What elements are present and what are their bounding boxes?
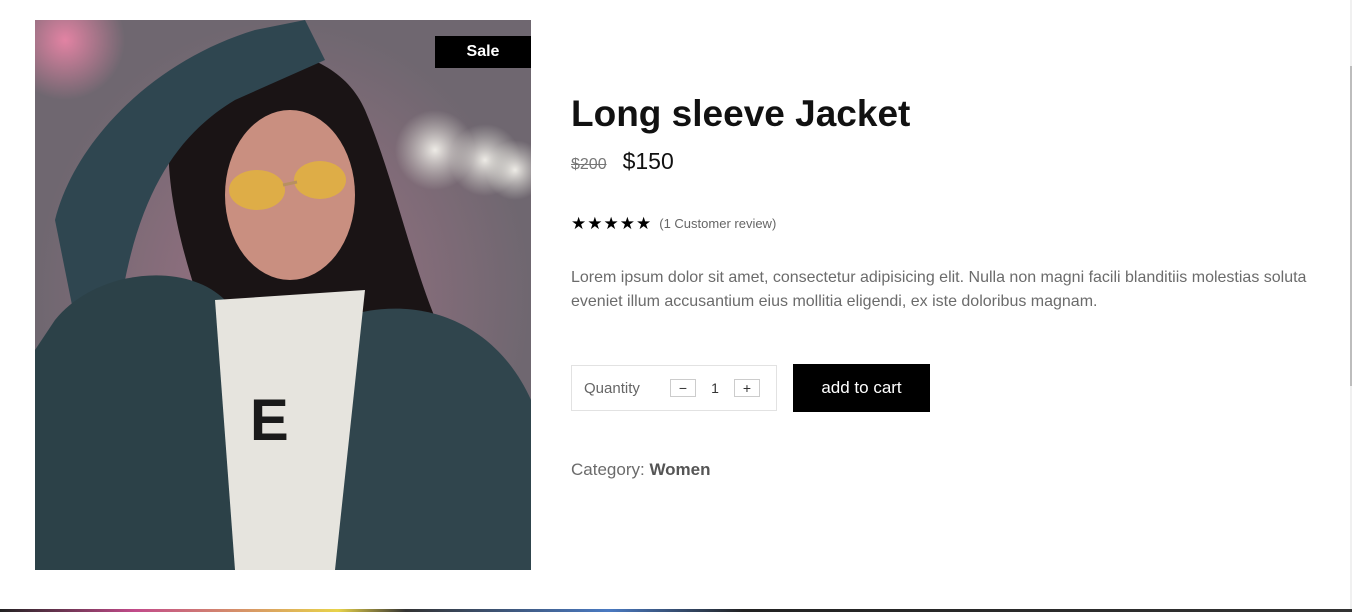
product-image[interactable]: E Sale [35,20,531,570]
product-info: Long sleeve Jacket $200 $150 ★ ★ ★ ★ ★ (… [571,90,1331,480]
add-to-cart-row: Quantity − 1 + add to cart [571,364,1331,412]
product-description: Lorem ipsum dolor sit amet, consectetur … [571,269,1307,310]
star-rating: ★ ★ ★ ★ ★ [571,215,651,232]
star-icon: ★ [571,214,587,233]
quantity-stepper: Quantity − 1 + [571,365,777,411]
quantity-label: Quantity [584,379,640,397]
category-label: Category: [571,460,645,479]
star-icon: ★ [603,214,619,233]
sale-price: $150 [622,148,674,174]
decrement-button[interactable]: − [670,379,696,397]
star-icon: ★ [636,214,652,233]
sale-badge: Sale [435,36,531,68]
price-group: $200 $150 [571,148,1331,175]
category-link[interactable]: Women [649,460,710,479]
increment-button[interactable]: + [734,379,760,397]
product-rating: ★ ★ ★ ★ ★ (1 Customer review) [571,215,1331,232]
star-icon: ★ [619,214,635,233]
product-title: Long sleeve Jacket [571,93,911,134]
svg-text:E: E [250,388,289,453]
star-icon: ★ [587,214,603,233]
product-photo-icon: E [35,20,531,570]
product-page: E Sale Long sleeve Jacket $200 $150 ★ ★ … [0,0,1352,612]
quantity-value[interactable]: 1 [696,380,734,396]
old-price: $200 [571,156,607,173]
review-count-link[interactable]: (1 Customer review) [659,216,776,231]
add-to-cart-button[interactable]: add to cart [793,364,930,412]
product-category: Category: Women [571,460,1331,480]
